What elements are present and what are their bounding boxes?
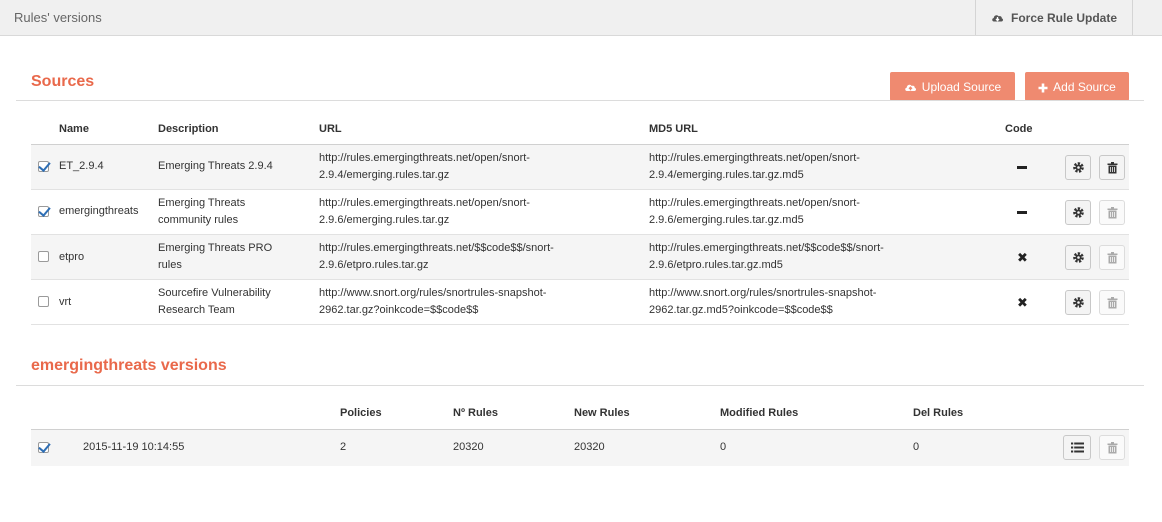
table-row: 2015-11-19 10:14:55 2 20320 20320 0 0 [31,430,1129,466]
force-rule-update-button[interactable]: Force Rule Update [975,0,1133,35]
source-url: http://rules.emergingthreats.net/$$code$… [319,242,554,271]
source-name: ET_2.9.4 [59,160,104,172]
trash-icon [1107,441,1117,453]
settings-button[interactable] [1065,245,1091,270]
upload-source-button[interactable]: Upload Source [890,72,1015,101]
version-del-rules: 0 [913,441,920,453]
gear-icon [1072,162,1084,173]
delete-button[interactable] [1099,155,1125,180]
sources-divider [16,100,1144,101]
source-description: Emerging Threats 2.9.4 [158,160,273,172]
cloud-download-icon [991,11,1004,24]
row-checkbox[interactable] [38,251,49,262]
source-name: emergingthreats [59,205,139,217]
source-url: http://www.snort.org/rules/snortrules-sn… [319,287,547,316]
source-name: vrt [59,296,72,308]
sources-title: Sources [31,73,95,90]
column-n-rules: Nº Rules [453,407,498,419]
column-modified-rules: Modified Rules [720,407,799,419]
force-rule-update-label: Force Rule Update [1010,10,1118,25]
column-url: URL [319,123,342,135]
view-list-button[interactable] [1063,435,1091,460]
delete-button[interactable] [1099,290,1125,315]
trash-icon [1107,296,1117,308]
source-name: etpro [59,251,85,263]
gear-icon [1072,207,1084,218]
trash-icon [1107,161,1117,173]
table-row: emergingthreats Emerging Threats communit… [31,190,1129,235]
source-md5-url: http://rules.emergingthreats.net/open/sn… [649,152,860,181]
source-url: http://rules.emergingthreats.net/open/sn… [319,197,530,226]
list-icon [1070,442,1084,453]
column-policies: Policies [340,407,382,419]
gear-icon [1072,252,1084,263]
delete-button[interactable] [1099,245,1125,270]
trash-icon [1107,206,1117,218]
row-checkbox[interactable] [38,442,49,453]
source-description: Sourcefire Vulnerability Research Team [158,287,271,316]
cloud-upload-icon [904,81,917,92]
delete-version-button[interactable] [1099,435,1125,460]
column-del-rules: Del Rules [913,407,964,419]
table-row: ET_2.9.4 Emerging Threats 2.9.4 http://r… [31,145,1129,190]
source-md5-url: http://rules.emergingthreats.net/$$code$… [649,242,884,271]
source-description: Emerging Threats community rules [158,197,246,226]
settings-button[interactable] [1065,200,1091,225]
column-md5-url: MD5 URL [649,123,698,135]
delete-button[interactable] [1099,200,1125,225]
table-row: etpro Emerging Threats PRO rules http://r… [31,235,1129,280]
upload-source-label: Upload Source [921,79,1002,94]
source-md5-url: http://www.snort.org/rules/snortrules-sn… [649,287,877,316]
source-url: http://rules.emergingthreats.net/open/sn… [319,152,530,181]
version-modified-rules: 0 [720,441,727,453]
source-md5-url: http://rules.emergingthreats.net/open/sn… [649,197,860,226]
row-checkbox[interactable] [38,296,49,307]
trash-icon [1107,251,1117,263]
page-title: Rules' versions [14,10,102,25]
settings-button[interactable] [1065,155,1091,180]
gear-icon [1072,297,1084,308]
row-checkbox[interactable] [38,206,49,217]
source-description: Emerging Threats PRO rules [158,242,273,271]
cross-icon: ✖ [1017,295,1028,310]
minus-icon [1017,211,1027,214]
add-source-label: Add Source [1053,79,1116,94]
table-row: vrt Sourcefire Vulnerability Research Tea… [31,280,1129,325]
cross-icon: ✖ [1017,250,1028,265]
column-new-rules: New Rules [574,407,630,419]
settings-button[interactable] [1065,290,1091,315]
top-bar: Rules' versions Force Rule Update [0,0,1162,36]
version-policies: 2 [340,441,347,453]
column-description: Description [158,123,219,135]
versions-title: emergingthreats versions [31,357,227,374]
column-name: Name [59,123,89,135]
version-new-rules: 20320 [574,441,605,453]
add-source-button[interactable]: Add Source [1025,72,1129,101]
column-code: Code [1005,123,1033,135]
versions-divider [16,385,1144,386]
plus-icon [1038,82,1048,92]
minus-icon [1017,166,1027,169]
version-n-rules: 20320 [453,441,484,453]
row-checkbox[interactable] [38,161,49,172]
version-date: 2015-11-19 10:14:55 [83,441,185,453]
